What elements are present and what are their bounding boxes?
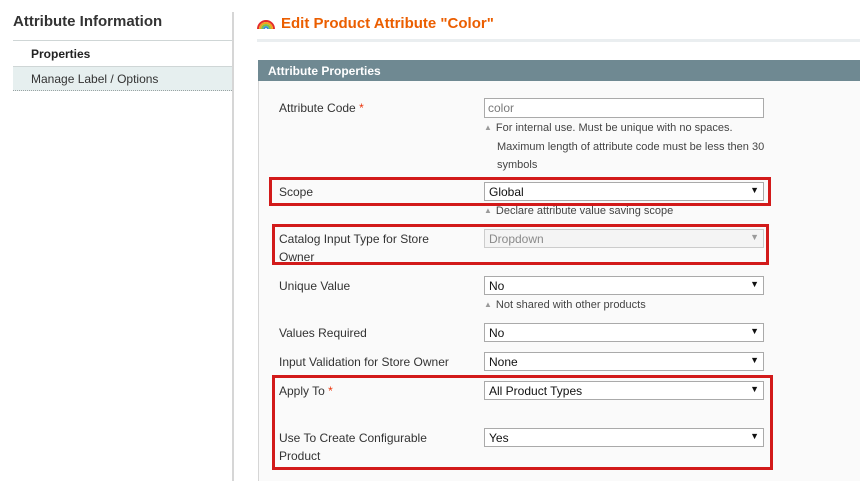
scope-note-text: Declare attribute value saving scope (495, 205, 674, 217)
note-arrow-icon: ▲ (484, 206, 492, 215)
chevron-down-icon: ▼ (750, 279, 759, 289)
input-validation-select[interactable]: None ▼ (484, 352, 764, 371)
highlight-box-scope (269, 177, 771, 206)
note-arrow-icon: ▲ (484, 123, 492, 132)
tab-properties-label: Properties (31, 47, 91, 61)
attribute-code-label-text: Attribute Code (279, 101, 356, 115)
attribute-code-note-line1: For internal use. Must be unique with no… (495, 122, 733, 134)
input-validation-select-value: None (489, 355, 518, 369)
note-arrow-icon: ▲ (484, 300, 492, 309)
attribute-code-label: Attribute Code * (279, 99, 364, 117)
attribute-code-note: ▲ For internal use. Must be unique with n… (484, 119, 764, 174)
header-divider (257, 39, 860, 42)
highlight-box-apply-to (272, 375, 773, 470)
values-required-label: Values Required (279, 326, 367, 340)
chevron-down-icon: ▼ (750, 326, 759, 336)
attribute-code-note-line3: symbols (497, 159, 538, 171)
highlight-box-catalog-input-type (272, 224, 769, 265)
required-marker: * (359, 101, 364, 115)
unique-value-label: Unique Value (279, 279, 351, 293)
unique-value-select[interactable]: No ▼ (484, 276, 764, 295)
sidebar: Attribute Information Properties Manage … (0, 0, 233, 481)
fieldset-header: Attribute Properties (258, 60, 860, 81)
page-title: Edit Product Attribute "Color" (281, 15, 494, 32)
values-required-select[interactable]: No ▼ (484, 323, 764, 342)
tab-properties[interactable]: Properties (13, 41, 233, 66)
unique-value-note-text: Not shared with other products (495, 299, 646, 311)
input-validation-label: Input Validation for Store Owner (279, 355, 449, 369)
fieldset-title: Attribute Properties (268, 64, 381, 78)
unique-value-select-value: No (489, 279, 505, 293)
values-required-select-value: No (489, 326, 505, 340)
column-separator (232, 12, 234, 481)
tab-manage-label-options-label: Manage Label / Options (31, 72, 159, 86)
tab-manage-label-options[interactable]: Manage Label / Options (13, 66, 232, 91)
sidebar-title: Attribute Information (13, 13, 163, 30)
rainbow-icon (257, 20, 275, 30)
attribute-code-note-line2: Maximum length of attribute code must be… (497, 141, 765, 153)
attribute-code-input[interactable]: color (484, 98, 764, 118)
unique-value-note: ▲ Not shared with other products (484, 296, 646, 315)
chevron-down-icon: ▼ (750, 355, 759, 365)
